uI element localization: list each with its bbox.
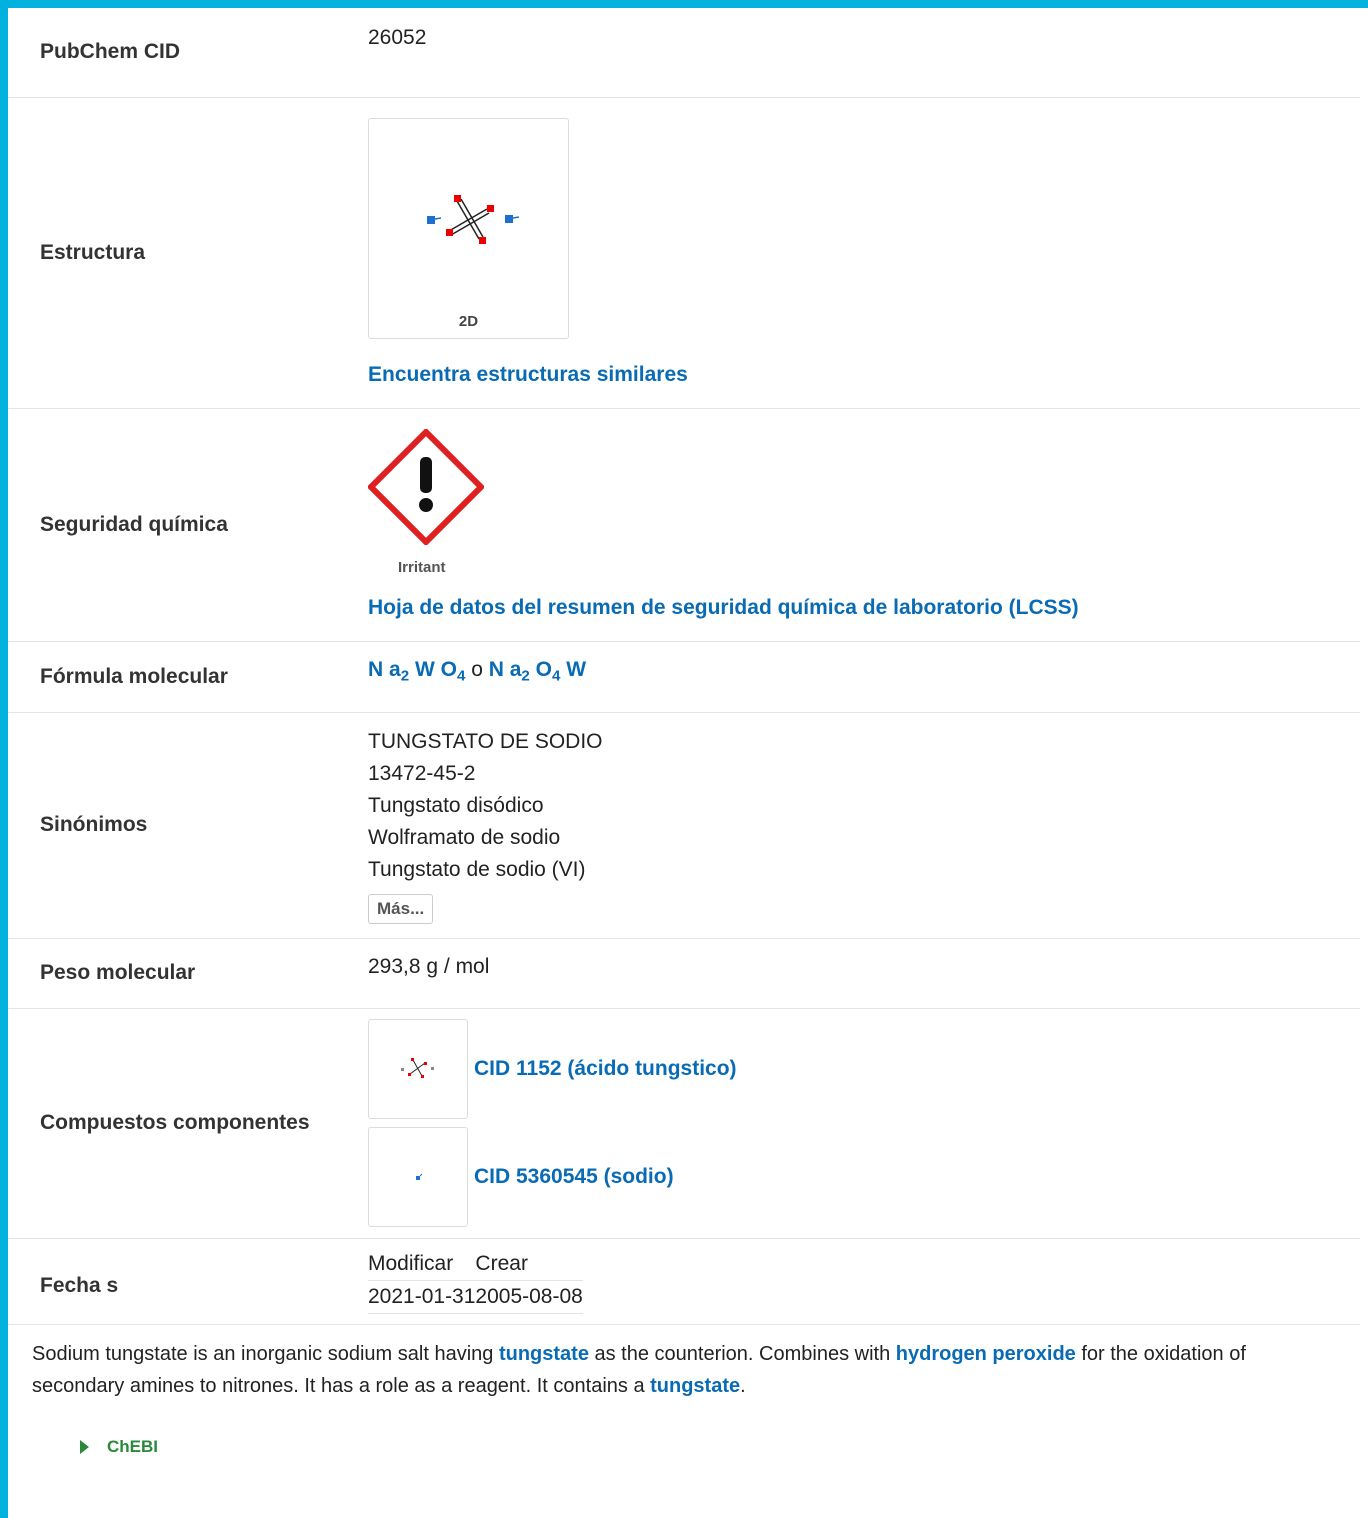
formula-link-1[interactable]: N a2 W O4 [368,658,465,685]
component-thumbnail[interactable] [368,1127,468,1227]
weight-label: Peso molecular [8,938,368,1009]
row-weight: Peso molecular 293,8 g / mol [8,938,1360,1009]
modify-header: Modificar [368,1248,476,1281]
safety-label: Seguridad química [8,408,368,642]
create-date: 2005-08-08 [475,1280,583,1314]
source-toggle-chebi[interactable]: ChEBI [80,1437,158,1457]
component-item: CID 1152 (ácido tungstico) [368,1019,1360,1119]
sodium-structure-icon [416,1173,423,1180]
components-label: Compuestos componentes [8,1008,368,1239]
thumbnail-caption: 2D [458,313,479,330]
summary-section: PubChem CID 26052 Estructura 2D Encuentr… [8,8,1360,1325]
exclamation-warning-icon [368,429,484,545]
synonym-item: TUNGSTATO DE SODIO [368,730,603,753]
structure-label: Estructura [8,97,368,409]
component-item: CID 5360545 (sodio) [368,1127,1360,1227]
formula-link-2[interactable]: N a2 O4 W [489,658,586,685]
dates-table: Modificar Crear 2021-01-31 2005-08-08 [368,1248,583,1314]
ghs-pictogram[interactable]: Irritant [368,429,484,576]
description-link-tungstate-2[interactable]: tungstate [650,1375,740,1397]
description-link-tungstate[interactable]: tungstate [499,1343,589,1365]
caret-right-icon [80,1440,89,1454]
row-cid: PubChem CID 26052 [8,8,1360,98]
modify-date: 2021-01-31 [368,1280,476,1314]
summary-table: PubChem CID 26052 Estructura 2D Encuentr… [8,8,1360,1325]
synonym-item: Tungstato de sodio (VI) [368,858,586,881]
molecule-structure-icon [427,195,520,244]
cid-value: 26052 [368,8,1360,98]
row-components: Compuestos componentes CID 1152 (ácido t… [8,1008,1360,1239]
synonym-item: Tungstato disódico [368,794,544,817]
synonyms-label: Sinónimos [8,712,368,939]
component-thumbnail[interactable] [368,1019,468,1119]
structure-2d-thumbnail[interactable]: 2D [368,118,569,339]
row-dates: Fecha s Modificar Crear 2021-01-31 2005-… [8,1238,1360,1325]
source-label: ChEBI [107,1437,158,1456]
component-link[interactable]: CID 5360545 (sodio) [474,1165,674,1189]
row-formula: Fórmula molecular N a2 W O4 o N a2 O4 W [8,641,1360,713]
more-synonyms-button[interactable]: Más... [368,894,434,924]
row-safety: Seguridad química Irritant Hoja de datos… [8,408,1360,642]
component-link[interactable]: CID 1152 (ácido tungstico) [474,1057,737,1081]
tungstic-acid-structure-icon [401,1058,434,1078]
formula-separator: o [471,658,483,682]
cid-label: PubChem CID [8,8,368,98]
formula-label: Fórmula molecular [8,641,368,713]
row-structure: Estructura 2D Encuentra estructuras simi… [8,97,1360,409]
compound-description: Sodium tungstate is an inorganic sodium … [32,1343,1246,1397]
lcss-datasheet-link[interactable]: Hoja de datos del resumen de seguridad q… [368,596,1079,619]
find-similar-structures-link[interactable]: Encuentra estructuras similares [368,363,688,386]
dates-label: Fecha s [8,1238,368,1325]
weight-value: 293,8 g / mol [368,938,1360,1009]
synonym-item: Wolframato de sodio [368,826,561,849]
row-synonyms: Sinónimos TUNGSTATO DE SODIO 13472-45-2 … [8,712,1360,939]
description-link-hydrogen-peroxide[interactable]: hydrogen peroxide [896,1343,1076,1365]
create-header: Crear [475,1248,583,1281]
ghs-label: Irritant [398,559,446,576]
synonym-item: 13472-45-2 [368,762,476,785]
